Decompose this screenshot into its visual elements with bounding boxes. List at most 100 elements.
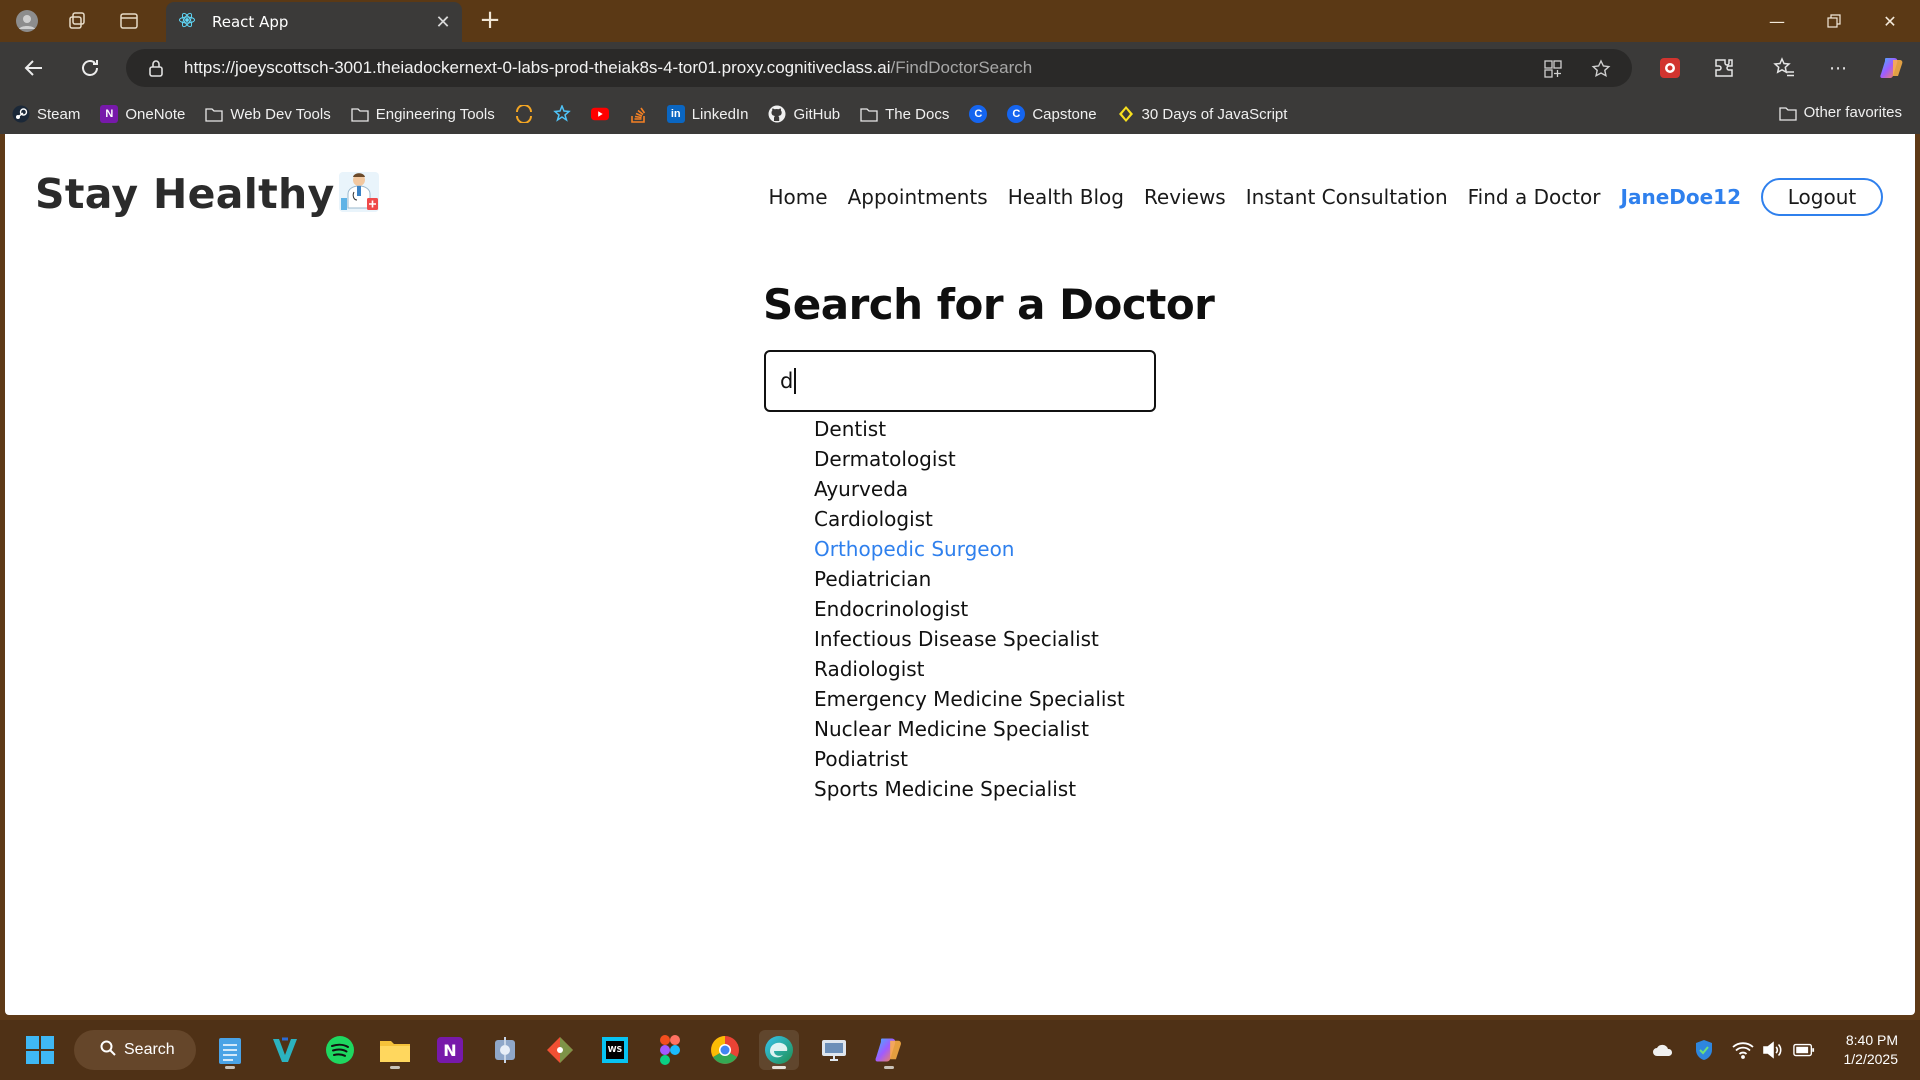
result-item[interactable]: Dentist — [814, 414, 1125, 444]
result-item[interactable]: Nuclear Medicine Specialist — [814, 714, 1125, 744]
bookmark-label: Steam — [37, 105, 81, 123]
snipping-tool-icon[interactable] — [485, 1030, 525, 1070]
text-caret — [794, 368, 796, 394]
bookmark-other-favorites[interactable]: Other favorites — [1778, 104, 1902, 121]
windows-taskbar: Search N WS 8:40 PM 1/2/2025 — [0, 1020, 1920, 1080]
result-item[interactable]: Sports Medicine Specialist — [814, 774, 1125, 804]
result-item[interactable]: Ayurveda — [814, 474, 1125, 504]
vscode-like-icon[interactable] — [265, 1030, 305, 1070]
bookmark-youtube[interactable] — [590, 105, 609, 123]
battery-icon[interactable] — [1793, 1039, 1815, 1061]
result-item[interactable]: Pediatrician — [814, 564, 1125, 594]
result-item[interactable]: Radiologist — [814, 654, 1125, 684]
nav-home[interactable]: Home — [769, 185, 828, 209]
bookmark-github[interactable]: GitHub — [768, 105, 840, 123]
stackoverflow-icon — [629, 105, 647, 123]
result-item-hovered[interactable]: Orthopedic Surgeon — [814, 534, 1125, 564]
nav-reviews[interactable]: Reviews — [1144, 185, 1226, 209]
arc-icon — [515, 105, 533, 123]
remote-desktop-icon[interactable] — [814, 1030, 854, 1070]
taskbar-search-label: Search — [124, 1041, 175, 1058]
bookmark-linkedin[interactable]: in LinkedIn — [666, 105, 749, 123]
bookmark-web-dev-tools[interactable]: Web Dev Tools — [205, 105, 331, 123]
file-explorer-icon[interactable] — [375, 1030, 415, 1070]
doctor-logo-icon — [337, 168, 381, 214]
copilot-icon[interactable] — [1876, 52, 1908, 84]
bookmark-arc[interactable] — [515, 105, 533, 123]
notepad-icon[interactable] — [210, 1030, 250, 1070]
figma-icon[interactable] — [650, 1030, 690, 1070]
close-window-button[interactable]: ✕ — [1868, 6, 1912, 36]
system-clock[interactable]: 8:40 PM 1/2/2025 — [1844, 1031, 1899, 1069]
nav-health-blog[interactable]: Health Blog — [1008, 185, 1124, 209]
react-logo-icon — [178, 11, 196, 33]
back-icon[interactable] — [18, 52, 50, 84]
tab-react-app[interactable]: React App ✕ — [166, 2, 462, 42]
onenote-icon[interactable]: N — [430, 1030, 470, 1070]
bookmark-30-days-js[interactable]: 30 Days of JavaScript — [1117, 105, 1287, 123]
security-shield-icon[interactable] — [1693, 1039, 1715, 1061]
search-icon — [100, 1040, 116, 1061]
spotify-icon[interactable] — [320, 1030, 360, 1070]
wifi-icon[interactable] — [1732, 1039, 1754, 1061]
bookmark-stackoverflow[interactable] — [629, 105, 647, 123]
edge-icon[interactable] — [759, 1030, 799, 1070]
folder-icon — [205, 105, 224, 123]
profile-avatar-icon[interactable] — [14, 8, 40, 34]
result-item[interactable]: Emergency Medicine Specialist — [814, 684, 1125, 714]
nav-find-a-doctor[interactable]: Find a Doctor — [1468, 185, 1601, 209]
result-item[interactable]: Cardiologist — [814, 504, 1125, 534]
bookmark-the-docs[interactable]: The Docs — [860, 105, 949, 123]
lock-icon[interactable] — [146, 58, 166, 78]
onedrive-icon[interactable] — [1652, 1039, 1674, 1061]
minimize-button[interactable]: — — [1755, 6, 1799, 36]
favorites-icon[interactable] — [1768, 52, 1800, 84]
favorite-star-icon[interactable] — [1590, 58, 1612, 80]
url-path: /FindDoctorSearch — [890, 58, 1033, 77]
logout-button[interactable]: Logout — [1761, 178, 1883, 216]
username[interactable]: JaneDoe12 — [1621, 185, 1741, 209]
clock-time: 8:40 PM — [1845, 1032, 1898, 1048]
bookmark-label: LinkedIn — [691, 105, 749, 123]
result-item[interactable]: Infectious Disease Specialist — [814, 624, 1125, 654]
bookmark-onenote[interactable]: N OneNote — [100, 105, 185, 123]
nav-appointments[interactable]: Appointments — [848, 185, 988, 209]
bookmark-capstone[interactable]: C Capstone — [1007, 105, 1097, 123]
github-icon — [768, 105, 786, 123]
close-tab-icon[interactable]: ✕ — [432, 11, 454, 33]
svg-text:N: N — [443, 1041, 456, 1060]
youtube-icon — [590, 105, 609, 123]
start-button-icon[interactable] — [20, 1030, 60, 1070]
nav-instant-consultation[interactable]: Instant Consultation — [1246, 185, 1448, 209]
refresh-icon[interactable] — [74, 52, 106, 84]
chrome-icon[interactable] — [705, 1030, 745, 1070]
app-available-icon[interactable] — [1542, 58, 1564, 80]
site-navbar: Stay Healthy Home Appointments Health Bl… — [5, 134, 1915, 254]
brand[interactable]: Stay Healthy — [35, 168, 381, 218]
bookmark-steam[interactable]: Steam — [12, 105, 80, 123]
extensions-icon[interactable] — [1708, 52, 1740, 84]
bookmark-puzzle-star[interactable] — [552, 105, 571, 123]
webstorm-icon[interactable]: WS — [595, 1030, 635, 1070]
extension-red-icon[interactable] — [1654, 52, 1686, 84]
page-viewport: Stay Healthy Home Appointments Health Bl… — [5, 134, 1915, 1015]
volume-icon[interactable] — [1762, 1039, 1784, 1061]
taskbar-search-button[interactable]: Search — [74, 1030, 196, 1070]
more-menu-icon[interactable]: ⋯ — [1822, 52, 1854, 84]
result-item[interactable]: Dermatologist — [814, 444, 1125, 474]
result-item[interactable]: Endocrinologist — [814, 594, 1125, 624]
new-tab-button[interactable]: + — [476, 7, 504, 35]
git-icon[interactable] — [540, 1030, 580, 1070]
address-bar[interactable]: https://joeyscottsch-3001.theiadockernex… — [126, 49, 1632, 87]
restore-button[interactable] — [1812, 6, 1856, 36]
bookmark-engineering-tools[interactable]: Engineering Tools — [351, 105, 495, 123]
copilot-icon[interactable] — [869, 1030, 909, 1070]
workspaces-icon[interactable] — [64, 8, 90, 34]
search-results-list: Dentist Dermatologist Ayurveda Cardiolog… — [814, 414, 1125, 804]
bookmark-c[interactable]: C — [969, 105, 988, 123]
doctor-search-input[interactable]: d — [764, 350, 1156, 412]
c-icon: C — [1007, 105, 1026, 123]
browser-toolbar: https://joeyscottsch-3001.theiadockernex… — [0, 42, 1920, 94]
vertical-tabs-icon[interactable] — [116, 8, 142, 34]
result-item[interactable]: Podiatrist — [814, 744, 1125, 774]
